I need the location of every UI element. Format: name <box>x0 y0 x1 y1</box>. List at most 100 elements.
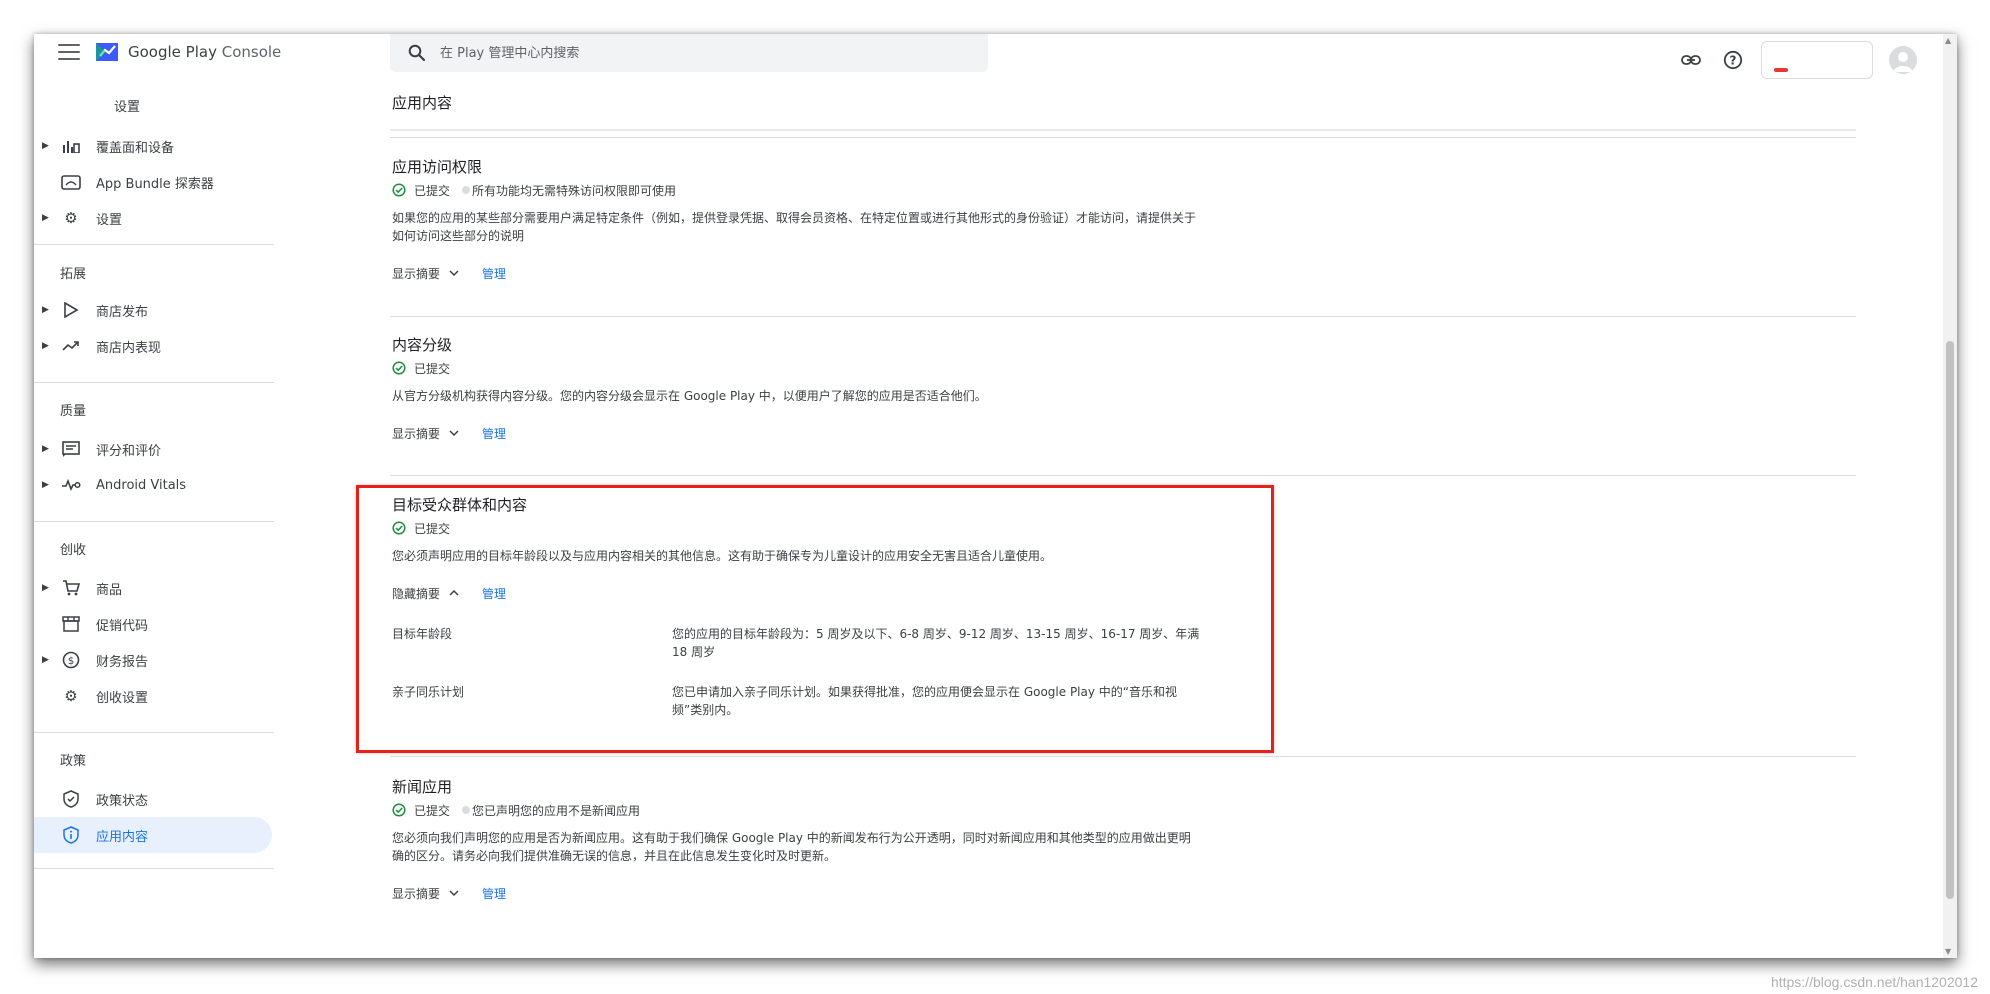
developer-account-selector[interactable] <box>1761 41 1873 79</box>
scroll-down-icon[interactable]: ▼ <box>1945 947 1951 956</box>
section-actions: 隐藏摘要 管理 <box>392 583 1292 603</box>
sidebar-item-reach-devices[interactable]: ▶ 覆盖面和设备 <box>34 128 274 164</box>
sidebar-item-label: 商店内表现 <box>96 340 162 356</box>
expand-caret-icon[interactable]: ▶ <box>42 141 49 151</box>
manage-link[interactable]: 管理 <box>482 885 506 902</box>
chevron-down-icon <box>449 430 459 437</box>
show-summary-toggle[interactable]: 显示摘要 <box>392 265 460 282</box>
sidebar-item-store-presence[interactable]: ▶ 商店发布 <box>34 292 274 328</box>
section-title: 新闻应用 <box>392 778 453 796</box>
status-badge: 已提交 <box>414 521 451 536</box>
divider <box>34 382 274 383</box>
brand-text[interactable]: Google Play Console <box>128 43 281 61</box>
shield-icon <box>60 788 82 810</box>
sidebar-item-app-bundle[interactable]: App Bundle 探索器 <box>34 164 274 200</box>
expand-caret-icon[interactable]: ▶ <box>42 305 49 315</box>
manage-link[interactable]: 管理 <box>482 585 506 602</box>
status-row: 已提交 <box>392 519 1292 537</box>
expand-caret-icon[interactable]: ▶ <box>42 655 49 665</box>
sidebar-item-label: 设置 <box>96 212 123 228</box>
status-badge: 已提交 <box>414 183 451 198</box>
check-circle-icon <box>392 803 406 817</box>
expand-caret-icon[interactable]: ▶ <box>42 480 49 490</box>
hide-summary-toggle[interactable]: 隐藏摘要 <box>392 585 460 602</box>
sidebar-item-promo-codes[interactable]: 促销代码 <box>34 606 274 642</box>
section-description: 如果您的应用的某些部分需要用户满足特定条件（例如，提供登录凭据、取得会员资格、在… <box>392 211 1197 243</box>
sidebar-item-label: 创收设置 <box>96 690 149 706</box>
gear-icon: ⚙ <box>64 209 78 227</box>
divider <box>390 316 1856 317</box>
sidebar-item-products[interactable]: ▶ 商品 <box>34 570 274 606</box>
sidebar-item-label: 财务报告 <box>96 654 149 670</box>
page-title: 应用内容 <box>392 94 453 112</box>
sidebar-item-settings[interactable]: ▶ ⚙ 设置 <box>34 200 274 236</box>
scrollbar[interactable]: ▲ ▼ <box>1943 34 1957 958</box>
expand-caret-icon[interactable]: ▶ <box>42 583 49 593</box>
sidebar-item-app-content[interactable]: 应用内容 <box>34 817 272 853</box>
sidebar-item-policy-status[interactable]: 政策状态 <box>34 781 274 817</box>
summary-key: 目标年龄段 <box>392 627 453 641</box>
app-bundle-icon <box>60 171 82 193</box>
sidebar-item-label: 促销代码 <box>96 618 149 634</box>
chevron-down-icon <box>449 270 459 277</box>
sidebar-item-store-performance[interactable]: ▶ 商店内表现 <box>34 328 274 364</box>
scroll-up-icon[interactable]: ▲ <box>1945 36 1951 45</box>
section-title: 目标受众群体和内容 <box>392 496 528 514</box>
section-target-audience: 目标受众群体和内容 已提交 您必须声明应用的目标年龄段以及与应用内容相关的其他信… <box>392 494 1292 719</box>
svg-text:?: ? <box>1730 54 1737 68</box>
summary-value: 您已申请加入亲子同乐计划。如果获得批准，您的应用便会显示在 Google Pla… <box>672 685 1178 717</box>
store-icon <box>60 613 82 635</box>
divider <box>390 475 1856 476</box>
divider <box>390 756 1856 757</box>
sidebar-section-policy: 政策 <box>60 754 87 769</box>
avatar[interactable] <box>1889 46 1917 74</box>
status-badge: 已提交 <box>414 361 451 376</box>
show-summary-toggle[interactable]: 显示摘要 <box>392 425 460 442</box>
sidebar-item-android-vitals[interactable]: ▶ Android Vitals <box>34 467 274 503</box>
expand-caret-icon[interactable]: ▶ <box>42 213 49 223</box>
summary-row-family-program: 亲子同乐计划 您已申请加入亲子同乐计划。如果获得批准，您的应用便会显示在 Goo… <box>392 683 1292 719</box>
section-actions: 显示摘要 管理 <box>392 263 1292 283</box>
sidebar-section-grow: 拓展 <box>60 267 87 282</box>
expand-caret-icon[interactable]: ▶ <box>42 444 49 454</box>
scrollbar-thumb[interactable] <box>1946 341 1954 899</box>
reviews-icon <box>60 438 82 460</box>
sidebar-item-label: Android Vitals <box>96 477 187 493</box>
search-icon[interactable] <box>408 44 426 62</box>
sidebar-item-label: 政策状态 <box>96 793 149 809</box>
watermark: https://blog.csdn.net/han1202012 <box>1770 974 1978 990</box>
section-content-rating: 内容分级 已提交 从官方分级机构获得内容分级。您的内容分级会显示在 Google… <box>392 334 1292 443</box>
chevron-up-icon <box>449 589 459 596</box>
divider <box>34 521 274 522</box>
vitals-icon <box>60 474 82 496</box>
manage-link[interactable]: 管理 <box>482 425 506 442</box>
dollar-icon: $ <box>60 649 82 671</box>
breadcrumb[interactable]: 设置 <box>114 96 140 115</box>
search-bar[interactable] <box>390 34 988 72</box>
expand-caret-icon[interactable]: ▶ <box>42 341 49 351</box>
section-news-apps: 新闻应用 已提交 您已声明您的应用不是新闻应用 您必须向我们声明您的应用是否为新… <box>392 776 1292 903</box>
play-console-window: Google Play Console 设置 ▶ 覆盖面和设备 App Bund… <box>34 34 1957 958</box>
sidebar-item-label: 应用内容 <box>96 829 149 845</box>
cart-icon <box>60 577 82 599</box>
section-app-access: 应用访问权限 已提交 所有功能均无需特殊访问权限即可使用 如果您的应用的某些部分… <box>392 156 1292 283</box>
separator-dot <box>462 186 471 194</box>
play-console-logo-icon <box>96 43 118 61</box>
menu-icon[interactable] <box>58 44 80 60</box>
check-circle-icon <box>392 361 406 375</box>
chevron-down-icon <box>449 890 459 897</box>
sidebar-item-monetization-setup[interactable]: ⚙ 创收设置 <box>34 678 274 714</box>
sidebar-item-financial-reports[interactable]: ▶ $ 财务报告 <box>34 642 274 678</box>
status-note: 所有功能均无需特殊访问权限即可使用 <box>472 183 677 198</box>
sidebar-item-ratings-reviews[interactable]: ▶ 评分和评价 <box>34 431 274 467</box>
manage-link[interactable]: 管理 <box>482 265 506 282</box>
show-summary-toggle[interactable]: 显示摘要 <box>392 885 460 902</box>
summary-value: 您的应用的目标年龄段为：5 周岁及以下、6-8 周岁、9-12 周岁、13-15… <box>672 627 1200 659</box>
help-icon[interactable]: ? <box>1721 48 1745 72</box>
sidebar-item-label: 商店发布 <box>96 304 149 320</box>
check-circle-icon <box>392 521 406 535</box>
divider <box>34 244 274 245</box>
search-input[interactable] <box>440 45 960 61</box>
link-icon[interactable] <box>1679 48 1703 72</box>
divider <box>390 137 1856 138</box>
